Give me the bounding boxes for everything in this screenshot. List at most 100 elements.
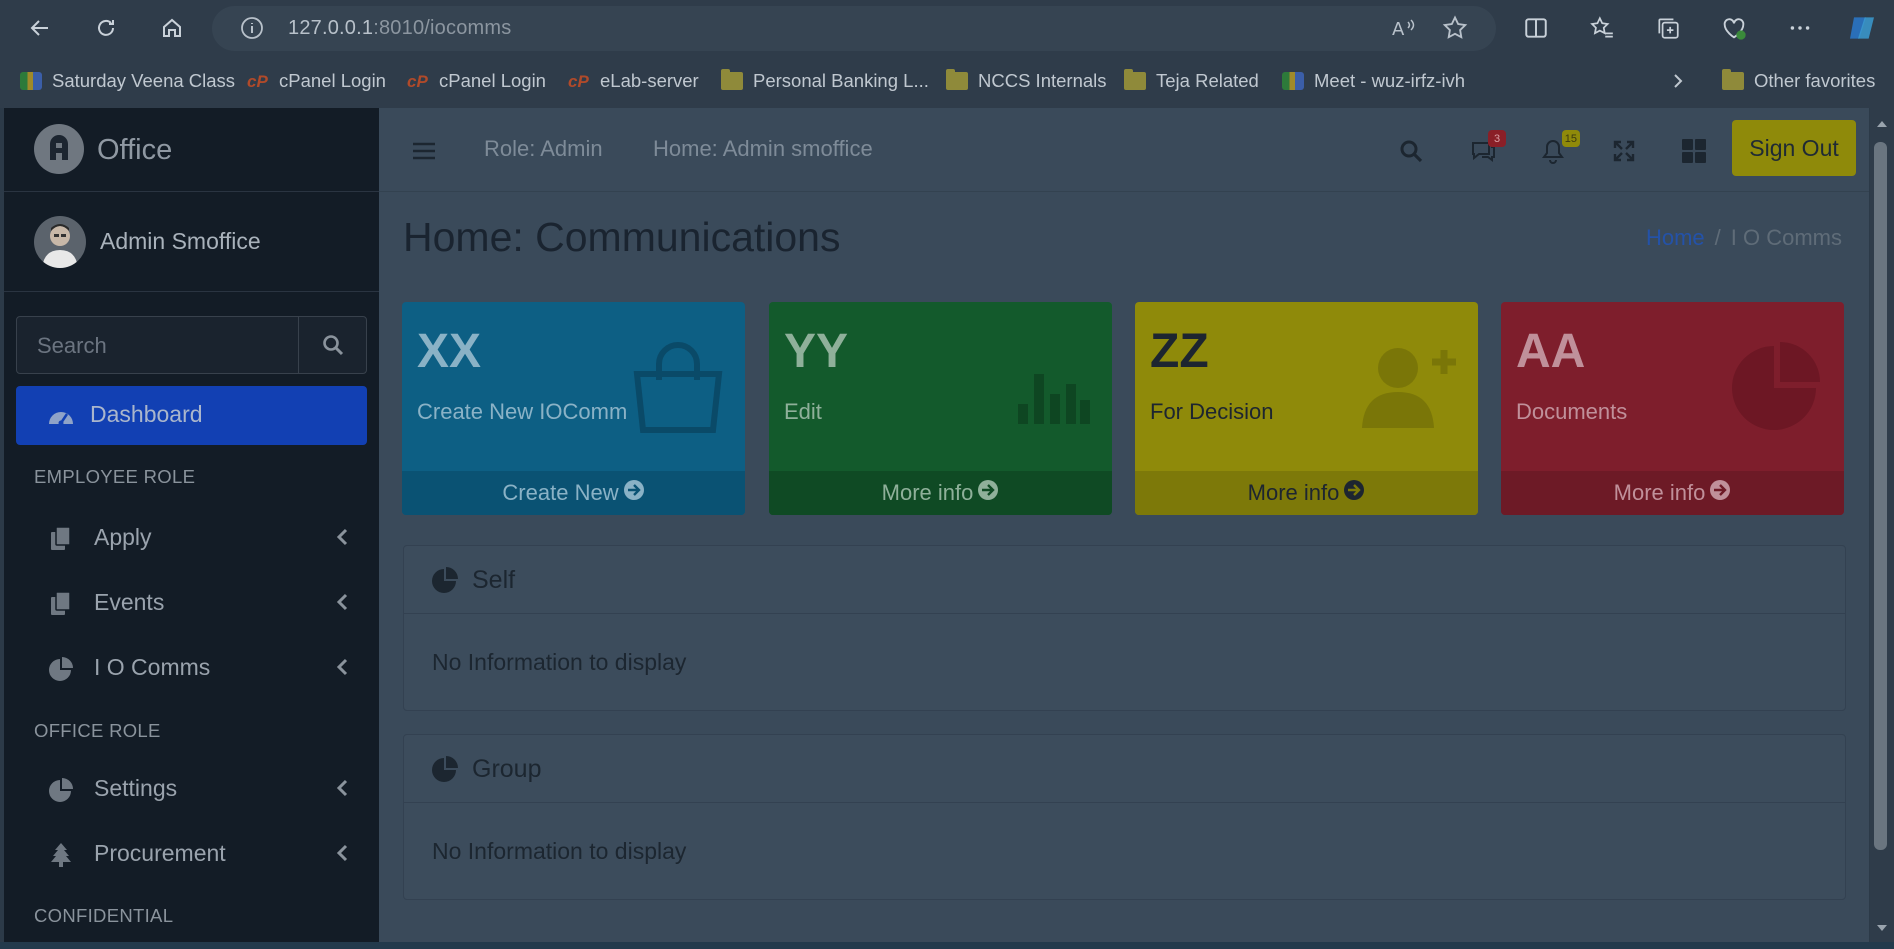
bookmark-label: cPanel Login (439, 70, 546, 91)
box-label: Documents (1516, 399, 1628, 424)
main-sidebar: Office Admin Smoffice Search Dashboard E… (4, 108, 379, 942)
small-box-documents: AA Documents More info (1501, 302, 1844, 515)
avatar[interactable] (34, 216, 86, 268)
notifications-bell-icon[interactable]: 15 (1536, 130, 1580, 168)
more-options-icon[interactable] (1780, 8, 1820, 48)
address-bar[interactable]: 127.0.0.1:8010/iocomms A (212, 6, 1496, 51)
meet-icon (20, 72, 42, 90)
arrow-circle-right-icon (623, 479, 645, 507)
copilot-icon[interactable] (1842, 8, 1882, 48)
bookmark-label: Meet - wuz-irfz-ivh (1314, 70, 1466, 91)
chevron-left-icon (335, 593, 349, 616)
box-footer-label: Create New (502, 480, 619, 505)
folder-icon (946, 69, 968, 90)
bookmarks-bar: Saturday Veena Class cP cPanel Login cP cP… (0, 60, 1894, 102)
nav-header-employee-role: EMPLOYEE ROLE (34, 466, 196, 487)
bookmark-item[interactable]: Meet - wuz-irfz-ivh (1282, 68, 1465, 94)
card-header: Group (404, 735, 1845, 803)
breadcrumb-home-link[interactable]: Home (1646, 225, 1705, 250)
box-label: Create New IOComm (417, 399, 628, 424)
search-icon[interactable] (1394, 134, 1428, 168)
url-path: :8010/iocomms (373, 17, 512, 39)
navbar-role[interactable]: Role: Admin (484, 136, 603, 162)
main-navbar: Role: Admin Home: Admin smoffice 3 15 (379, 108, 1869, 192)
shopping-bag-icon (631, 340, 725, 439)
bookmark-item[interactable]: cP eLab-server (568, 68, 699, 94)
box-value: YY (784, 325, 849, 378)
bookmark-item[interactable]: cP cPanel Login (247, 68, 386, 94)
refresh-icon[interactable] (86, 8, 126, 48)
back-icon[interactable] (20, 8, 60, 48)
box-footer-link[interactable]: More info (1501, 471, 1844, 515)
pie-chart-icon (48, 777, 74, 803)
messages-icon[interactable]: 3 (1466, 130, 1506, 168)
brand-name: Office (97, 134, 173, 166)
bookmark-item[interactable]: NCCS Internals (946, 68, 1107, 94)
browser-toolbar: 127.0.0.1:8010/iocomms A Saturday Veena … (0, 0, 1894, 108)
sidebar-item-label: I O Comms (94, 654, 211, 680)
bookmarks-overflow-icon[interactable] (1668, 68, 1688, 94)
box-footer-link[interactable]: Create New (402, 471, 745, 515)
sidebar-item-procurement[interactable]: Procurement (16, 826, 367, 882)
sidebar-item-settings[interactable]: Settings (16, 761, 367, 817)
scroll-up-icon[interactable] (1870, 114, 1894, 134)
navbar-home-link[interactable]: Home: Admin smoffice (653, 136, 873, 162)
scrollbar-thumb[interactable] (1874, 142, 1887, 850)
read-aloud-icon[interactable]: A (1389, 14, 1417, 47)
small-box-create-new: XX Create New IOComm Create New (402, 302, 745, 515)
card-body-text: No Information to display (432, 649, 687, 675)
bookmark-item[interactable]: Saturday Veena Class (20, 68, 235, 94)
sidebar-item-label: Events (94, 589, 165, 615)
sidebar-item-events[interactable]: Events (16, 575, 367, 631)
bookmark-label: eLab-server (600, 70, 699, 91)
scroll-down-icon[interactable] (1870, 918, 1894, 938)
pie-chart-icon (432, 566, 460, 599)
bookmark-item[interactable]: Personal Banking L... (721, 68, 929, 94)
bookmark-item[interactable]: cP cPanel Login (407, 68, 546, 94)
bookmark-item[interactable]: Teja Related (1124, 68, 1259, 94)
other-favorites-label: Other favorites (1754, 70, 1876, 91)
site-info-icon[interactable] (240, 16, 264, 45)
sidebar-item-io-comms[interactable]: I O Comms (16, 640, 367, 696)
bar-chart-icon (1016, 350, 1092, 431)
arrow-circle-right-icon (977, 479, 999, 507)
user-name[interactable]: Admin Smoffice (100, 228, 261, 255)
browser-essentials-icon[interactable] (1714, 8, 1754, 48)
brand-link[interactable]: Office (4, 108, 379, 192)
box-footer-link[interactable]: More info (1135, 471, 1478, 515)
card-body-text: No Information to display (432, 838, 687, 864)
breadcrumb-separator: / (1714, 225, 1721, 250)
cpanel-icon: cP (407, 72, 428, 91)
svg-text:A: A (1392, 19, 1405, 40)
sidebar-item-apply[interactable]: Apply (16, 510, 367, 566)
cpanel-icon: cP (247, 72, 268, 91)
sidebar-search-input[interactable]: Search (37, 333, 107, 359)
favorite-star-icon[interactable] (1441, 14, 1469, 47)
apps-grid-icon[interactable] (1677, 134, 1711, 168)
box-value: ZZ (1150, 325, 1209, 378)
box-label: Edit (784, 399, 822, 424)
fullscreen-icon[interactable] (1607, 134, 1641, 168)
box-footer-link[interactable]: More info (769, 471, 1112, 515)
brand-logo-icon (34, 124, 84, 174)
collections-icon[interactable] (1648, 8, 1688, 48)
arrow-circle-right-icon (1709, 479, 1731, 507)
nav-header-office-role: OFFICE ROLE (34, 720, 161, 741)
other-favorites[interactable]: Other favorites (1722, 68, 1875, 94)
sidebar-search-button[interactable] (298, 317, 366, 373)
bookmark-label: cPanel Login (279, 70, 386, 91)
dashboard-icon (46, 402, 76, 433)
search-icon (322, 335, 343, 356)
favorites-icon[interactable] (1582, 8, 1622, 48)
notifications-badge: 15 (1561, 130, 1580, 147)
split-screen-icon[interactable] (1516, 8, 1556, 48)
copy-icon (48, 526, 74, 552)
copy-icon (48, 591, 74, 617)
small-box-for-decision: ZZ For Decision More info (1135, 302, 1478, 515)
hamburger-menu-icon[interactable] (407, 134, 441, 168)
chevron-left-icon (335, 779, 349, 802)
home-icon[interactable] (152, 8, 192, 48)
sign-out-button[interactable]: Sign Out (1732, 120, 1856, 176)
card-title: Group (472, 755, 542, 783)
sidebar-item-dashboard[interactable]: Dashboard (16, 386, 367, 445)
